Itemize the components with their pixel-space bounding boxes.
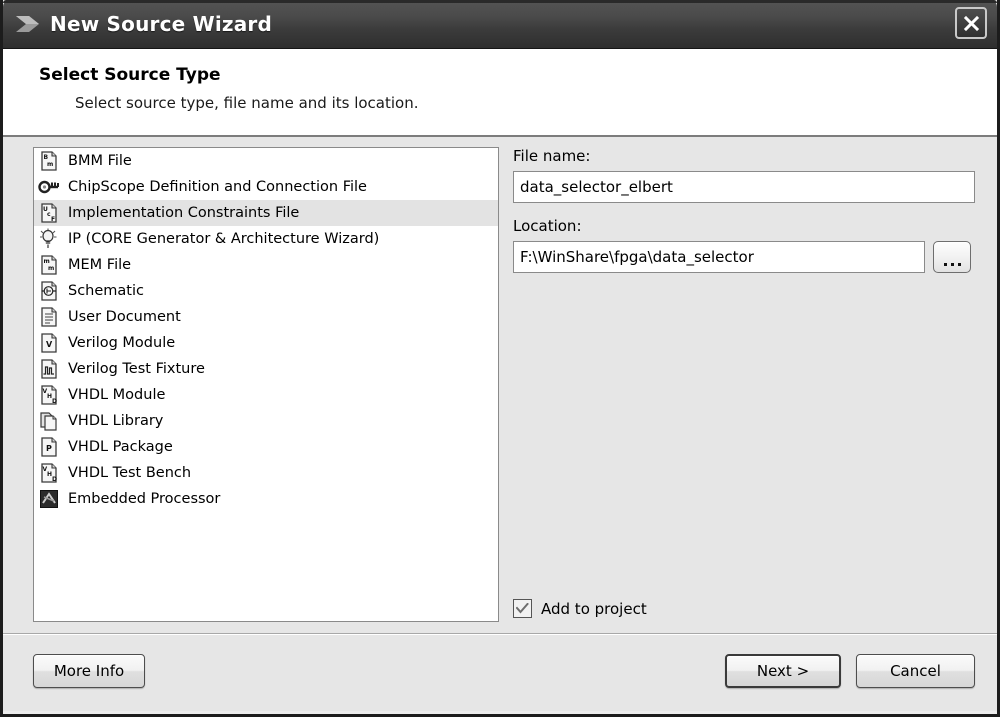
list-item-label: Schematic xyxy=(68,283,144,299)
close-icon xyxy=(963,15,980,32)
list-item-label: VHDL Package xyxy=(68,439,173,455)
list-item-label: MEM File xyxy=(68,257,132,273)
list-item[interactable]: IP (CORE Generator & Architecture Wizard… xyxy=(34,226,498,252)
list-item-label: VHDL Library xyxy=(68,413,164,429)
source-type-list[interactable]: Bm BMM File ChipScope Definition and Conne… xyxy=(33,147,499,622)
list-item[interactable]: Uc F Implementation Constraints File xyxy=(34,200,498,226)
more-info-button[interactable]: More Info xyxy=(33,654,145,688)
svg-text:m: m xyxy=(47,161,53,168)
add-to-project-label: Add to project xyxy=(541,599,647,618)
mem-file-icon: mm xyxy=(38,254,60,276)
list-item[interactable]: ChipScope Definition and Connection File xyxy=(34,174,498,200)
file-name-input[interactable] xyxy=(513,171,975,203)
svg-text:D: D xyxy=(52,476,57,483)
ellipsis-icon xyxy=(943,263,961,266)
bmm-file-icon: Bm xyxy=(38,150,60,172)
vhdl-module-icon: VHD xyxy=(38,384,60,406)
add-to-project-checkbox[interactable]: Add to project xyxy=(513,599,647,618)
list-item[interactable]: V H D VHDL Test Bench xyxy=(34,460,498,486)
svg-text:m: m xyxy=(44,258,50,265)
list-item[interactable]: Verilog Test Fixture xyxy=(34,356,498,382)
file-name-label: File name: xyxy=(513,147,591,165)
location-input[interactable] xyxy=(513,241,925,273)
list-item[interactable]: Embedded Processor xyxy=(34,486,498,512)
list-item-label: VHDL Module xyxy=(68,387,166,403)
checkbox-box[interactable] xyxy=(513,599,532,618)
svg-text:P: P xyxy=(46,444,52,453)
dialog-body: Bm BMM File ChipScope Definition and Conne… xyxy=(3,137,997,633)
dialog-header: Select Source Type Select source type, f… xyxy=(3,49,997,137)
new-source-wizard-dialog: New Source Wizard Select Source Type Sel… xyxy=(0,0,1000,717)
list-item[interactable]: V H D VHDL Module xyxy=(34,382,498,408)
list-item-label: BMM File xyxy=(68,153,132,169)
dialog-footer: More Info Next > Cancel xyxy=(3,633,997,711)
waveform-icon xyxy=(38,358,60,380)
vhdl-library-icon xyxy=(38,410,60,432)
chipscope-key-icon xyxy=(38,176,60,198)
list-item[interactable]: Bm BMM File xyxy=(34,148,498,174)
list-item-label: Embedded Processor xyxy=(68,491,221,507)
ucf-file-icon: UcF xyxy=(38,202,60,224)
checkmark-icon xyxy=(516,603,529,614)
title-bar: New Source Wizard xyxy=(3,0,997,49)
vhdl-testbench-icon: VHD xyxy=(38,462,60,484)
list-item-label: User Document xyxy=(68,309,181,325)
document-lines-icon xyxy=(38,306,60,328)
svg-text:B: B xyxy=(44,154,49,161)
xilinx-chevron-icon xyxy=(15,13,41,35)
window-title: New Source Wizard xyxy=(50,12,273,36)
list-item[interactable]: P VHDL Package xyxy=(34,434,498,460)
list-item[interactable]: VHDL Library xyxy=(34,408,498,434)
verilog-module-icon: V xyxy=(38,332,60,354)
svg-text:F: F xyxy=(51,216,55,223)
list-item-label: Verilog Test Fixture xyxy=(68,361,205,377)
list-item-label: Verilog Module xyxy=(68,335,176,351)
page-subtitle: Select source type, file name and its lo… xyxy=(75,94,419,112)
svg-text:D: D xyxy=(52,398,57,405)
close-button[interactable] xyxy=(955,7,987,39)
svg-text:V: V xyxy=(46,340,53,349)
list-item[interactable]: User Document xyxy=(34,304,498,330)
list-item[interactable]: m m MEM File xyxy=(34,252,498,278)
schematic-icon xyxy=(38,280,60,302)
svg-text:m: m xyxy=(48,265,54,272)
embedded-processor-icon xyxy=(38,488,60,510)
page-title: Select Source Type xyxy=(39,65,221,85)
list-item-label: Implementation Constraints File xyxy=(68,205,300,221)
list-item-label: VHDL Test Bench xyxy=(68,465,192,481)
vhdl-package-icon: P xyxy=(38,436,60,458)
next-button[interactable]: Next > xyxy=(725,654,841,688)
list-item[interactable]: Schematic xyxy=(34,278,498,304)
cancel-button[interactable]: Cancel xyxy=(856,654,975,688)
lightbulb-icon xyxy=(38,228,60,250)
file-details-panel: File name: Location: xyxy=(513,147,975,273)
list-item-label: IP (CORE Generator & Architecture Wizard… xyxy=(68,231,380,247)
location-label: Location: xyxy=(513,217,582,235)
location-row xyxy=(513,241,975,273)
list-item-label: ChipScope Definition and Connection File xyxy=(68,179,367,195)
list-item[interactable]: V Verilog Module xyxy=(34,330,498,356)
browse-button[interactable] xyxy=(933,241,971,273)
